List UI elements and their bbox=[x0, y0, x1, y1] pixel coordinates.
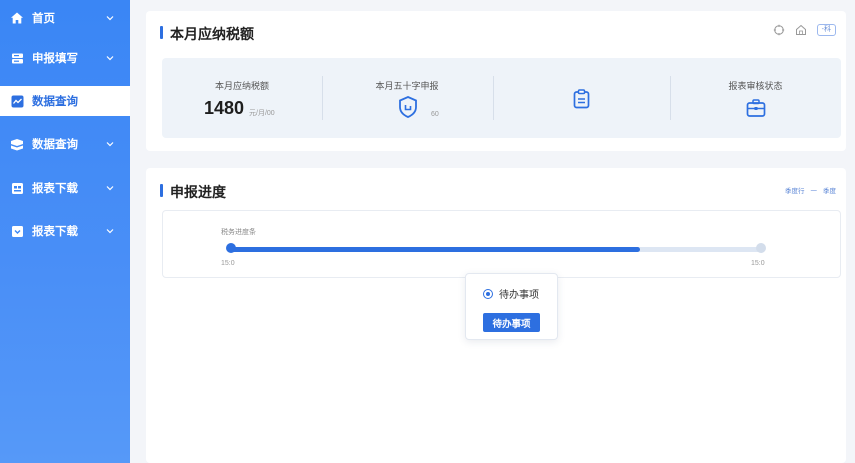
chevron-down-icon bbox=[106, 56, 114, 61]
chevron-down-icon bbox=[106, 186, 114, 191]
todo-button[interactable]: 待办事项 bbox=[483, 313, 540, 332]
chevron-down-icon bbox=[106, 229, 114, 234]
chevron-down-icon bbox=[106, 142, 114, 147]
progress-start-dot bbox=[226, 243, 236, 253]
sidebar-item-label: 首页 bbox=[32, 13, 55, 25]
card-toolbar: -科 bbox=[773, 24, 836, 36]
sidebar-item-label: 申报填写 bbox=[32, 53, 78, 65]
clipboard-icon bbox=[573, 89, 590, 109]
stat-unit: 元/月/00 bbox=[249, 110, 275, 117]
stats-panel: 本月应纳税额 1480 元/月/00 本月五十字申报 60 报表审核状态 bbox=[162, 58, 841, 138]
sidebar-item-declare[interactable]: 申报填写 bbox=[0, 43, 130, 73]
stat-label: 本月五十字申报 bbox=[375, 81, 439, 91]
sidebar-item-label: 数据查询 bbox=[32, 139, 78, 151]
todo-radio-label: 待办事项 bbox=[499, 290, 539, 301]
sidebar-item-label: 报表下载 bbox=[32, 226, 78, 238]
briefcase-icon bbox=[746, 99, 766, 117]
sidebar: 首页 申报填写 数据查询 数据查询 报表下载 报表下载 bbox=[0, 0, 130, 463]
tax-card: 本月应纳税额 -科 本月应纳税额 1480 元/月/00 本月五十字申报 60 bbox=[146, 11, 846, 151]
progress-box: 税务进度条 15:0 15:0 bbox=[162, 210, 841, 278]
database-icon bbox=[10, 137, 24, 151]
stat-label: 报表审核状态 bbox=[728, 81, 783, 91]
link-separator: 一 bbox=[810, 188, 818, 195]
download-icon bbox=[10, 224, 24, 238]
chevron-down-icon bbox=[106, 16, 114, 21]
progress-card-title: 申报进度 bbox=[160, 182, 226, 202]
chart-icon bbox=[10, 94, 24, 108]
form-icon bbox=[10, 51, 24, 65]
link-quarter-row[interactable]: 季度行 bbox=[785, 185, 805, 195]
radio-selected-icon[interactable] bbox=[483, 288, 493, 299]
progress-start-value: 15:0 bbox=[221, 260, 235, 267]
sidebar-item-home[interactable]: 首页 bbox=[0, 3, 130, 33]
sidebar-item-report-download-2[interactable]: 报表下载 bbox=[0, 216, 130, 246]
period-links: 季度行 一 季度 bbox=[785, 185, 836, 195]
progress-fill bbox=[231, 247, 640, 252]
stat-monthly-tax: 本月应纳税额 1480 元/月/00 bbox=[162, 58, 322, 138]
stat-label: 本月应纳税额 bbox=[214, 81, 269, 91]
home-icon bbox=[10, 11, 24, 25]
home-outline-icon[interactable] bbox=[795, 24, 807, 36]
stat-review-status: 报表审核状态 bbox=[670, 58, 841, 138]
report-icon bbox=[10, 181, 24, 195]
sidebar-item-label: 报表下载 bbox=[32, 183, 78, 195]
progress-track bbox=[231, 247, 762, 252]
period-tag[interactable]: -科 bbox=[816, 24, 836, 36]
todo-radio[interactable]: 待办事项 bbox=[483, 286, 539, 301]
stat-clipboard bbox=[493, 58, 670, 138]
stat-declare: 本月五十字申报 60 bbox=[322, 58, 492, 138]
sidebar-item-data-query-active[interactable]: 数据查询 bbox=[0, 86, 130, 116]
sidebar-item-label: 数据查询 bbox=[32, 96, 78, 108]
shield-icon bbox=[399, 96, 417, 118]
sidebar-item-report-download[interactable]: 报表下载 bbox=[0, 173, 130, 203]
link-quarter[interactable]: 季度 bbox=[823, 185, 836, 195]
progress-end-dot bbox=[756, 243, 766, 253]
todo-popup: 待办事项 待办事项 bbox=[465, 273, 558, 340]
stat-value: 1480 bbox=[204, 98, 245, 118]
sidebar-item-data-query[interactable]: 数据查询 bbox=[0, 129, 130, 159]
tax-card-title: 本月应纳税额 bbox=[160, 24, 254, 44]
progress-end-value: 15:0 bbox=[751, 260, 765, 267]
progress-label: 税务进度条 bbox=[221, 229, 256, 236]
stat-sub: 60 bbox=[431, 111, 439, 118]
refresh-icon[interactable] bbox=[773, 24, 785, 36]
